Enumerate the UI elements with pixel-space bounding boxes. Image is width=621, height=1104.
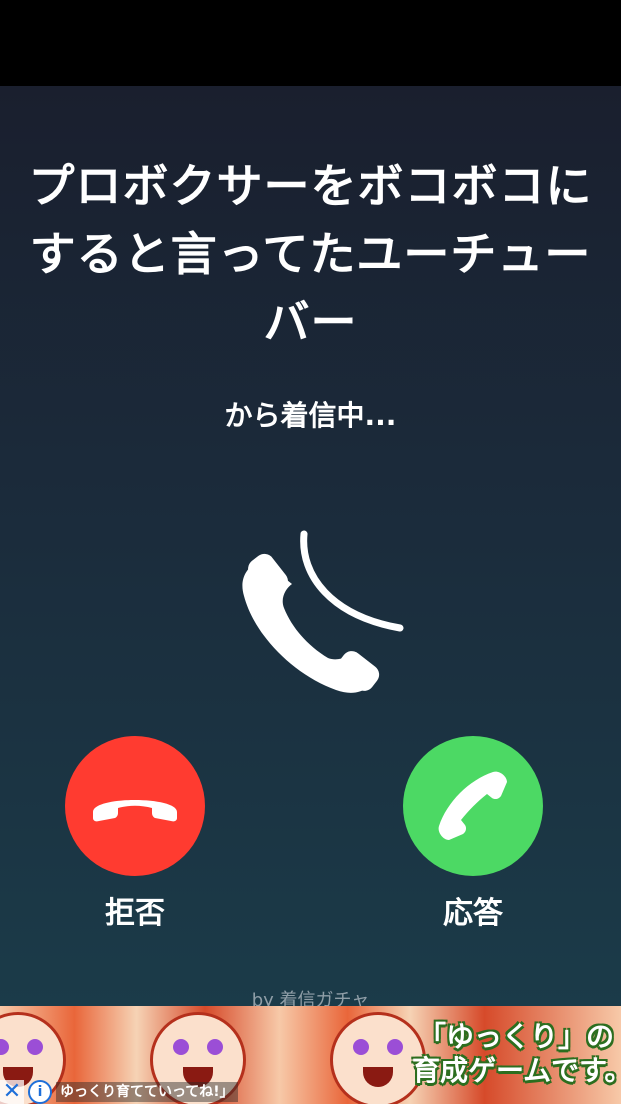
status-bar [0,0,621,86]
ad-headline: 「ゆっくり」の 育成ゲームです。 [412,1020,621,1088]
phone-icon [438,771,507,840]
caller-name-line: プロボクサーをボコボコに [28,159,593,213]
info-icon[interactable]: i [28,1080,52,1104]
ringing-phone-icon [242,530,404,693]
ad-tagline: ゆっくり育てていってね!」 [56,1082,238,1102]
ad-headline-line: 育成ゲームです。 [412,1054,621,1087]
ad-controls: ✕ i ゆっくり育てていってね!」 [0,1080,238,1104]
incoming-call-text: から着信中... [224,399,397,432]
close-icon[interactable]: ✕ [0,1080,24,1104]
accept-label: 応答 [443,896,503,931]
hang-up-icon [93,800,177,822]
decline-button[interactable] [65,736,205,876]
ad-banner[interactable]: 「ゆっくり」の 育成ゲームです。 ✕ i ゆっくり育てていってね!」 [0,1006,621,1104]
caller-name: プロボクサーをボコボコに すると言ってたユーチュー バー [0,152,621,356]
incoming-call-screen: プロボクサーをボコボコに すると言ってたユーチュー バー から着信中... 拒否… [0,86,621,1011]
accept-button[interactable] [403,736,543,876]
decline-label: 拒否 [105,896,165,931]
ad-headline-line: 「ゆっくり」の [417,1020,614,1053]
caller-name-line: バー [263,295,358,349]
caller-name-line: すると言ってたユーチュー [29,227,592,281]
